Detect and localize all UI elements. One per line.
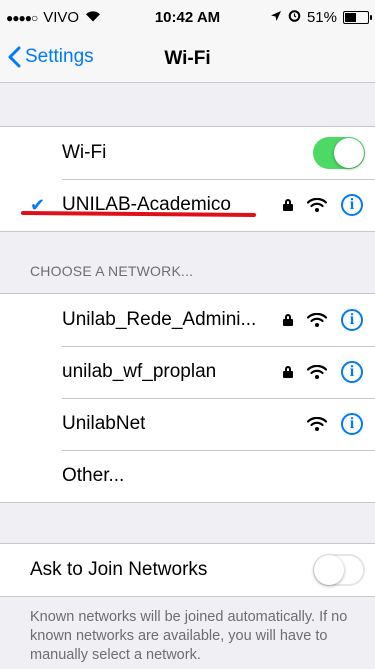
info-icon[interactable]: i [341,309,363,331]
battery-icon [343,11,372,24]
wifi-toggle[interactable] [313,137,365,169]
info-icon[interactable]: i [341,194,363,216]
ask-to-join-row: Ask to Join Networks [0,544,375,596]
network-row[interactable]: UnilabNet i [0,398,375,450]
other-network-label: Other... [62,465,125,486]
ask-to-join-toggle[interactable] [313,554,365,586]
toggle-knob [314,555,344,585]
network-list: Unilab_Rede_Admini... i unilab_wf_propla… [0,293,375,503]
location-arrow-icon [270,9,282,26]
section-header: CHOOSE A NETWORK... [30,263,194,279]
wifi-signal-icon [307,417,327,431]
battery-percent: 51% [306,9,337,26]
ask-to-join-label: Ask to Join Networks [30,559,208,580]
wifi-signal-icon [307,198,327,212]
network-name: unilab_wf_proplan [62,361,217,382]
connected-network-row[interactable]: ✔ UNILAB-Academico i [0,179,375,231]
network-row[interactable]: unilab_wf_proplan i [0,346,375,398]
alarm-icon [288,9,301,26]
toggle-knob [334,138,364,168]
network-name: Unilab_Rede_Admini... [62,309,257,330]
wifi-signal-icon [307,313,327,327]
status-bar: ●●●●○ VIVO 10:42 AM 51% [0,0,375,40]
navigation-bar: Settings Wi-Fi [0,40,375,83]
page-title: Wi-Fi [164,48,211,69]
info-icon[interactable]: i [341,361,363,383]
wifi-label: Wi-Fi [62,142,107,163]
other-network-row[interactable]: Other... [0,450,375,502]
network-name: UnilabNet [62,413,146,434]
wifi-signal-icon [307,365,327,379]
wifi-toggle-row: Wi-Fi [0,127,375,179]
network-row[interactable]: Unilab_Rede_Admini... i [0,294,375,346]
ask-to-join-group: Ask to Join Networks [0,543,375,597]
lock-icon [283,314,293,326]
lock-icon [283,366,293,378]
lock-icon [283,199,293,211]
footer-description: Known networks will be joined automatica… [30,609,348,663]
info-icon[interactable]: i [341,413,363,435]
